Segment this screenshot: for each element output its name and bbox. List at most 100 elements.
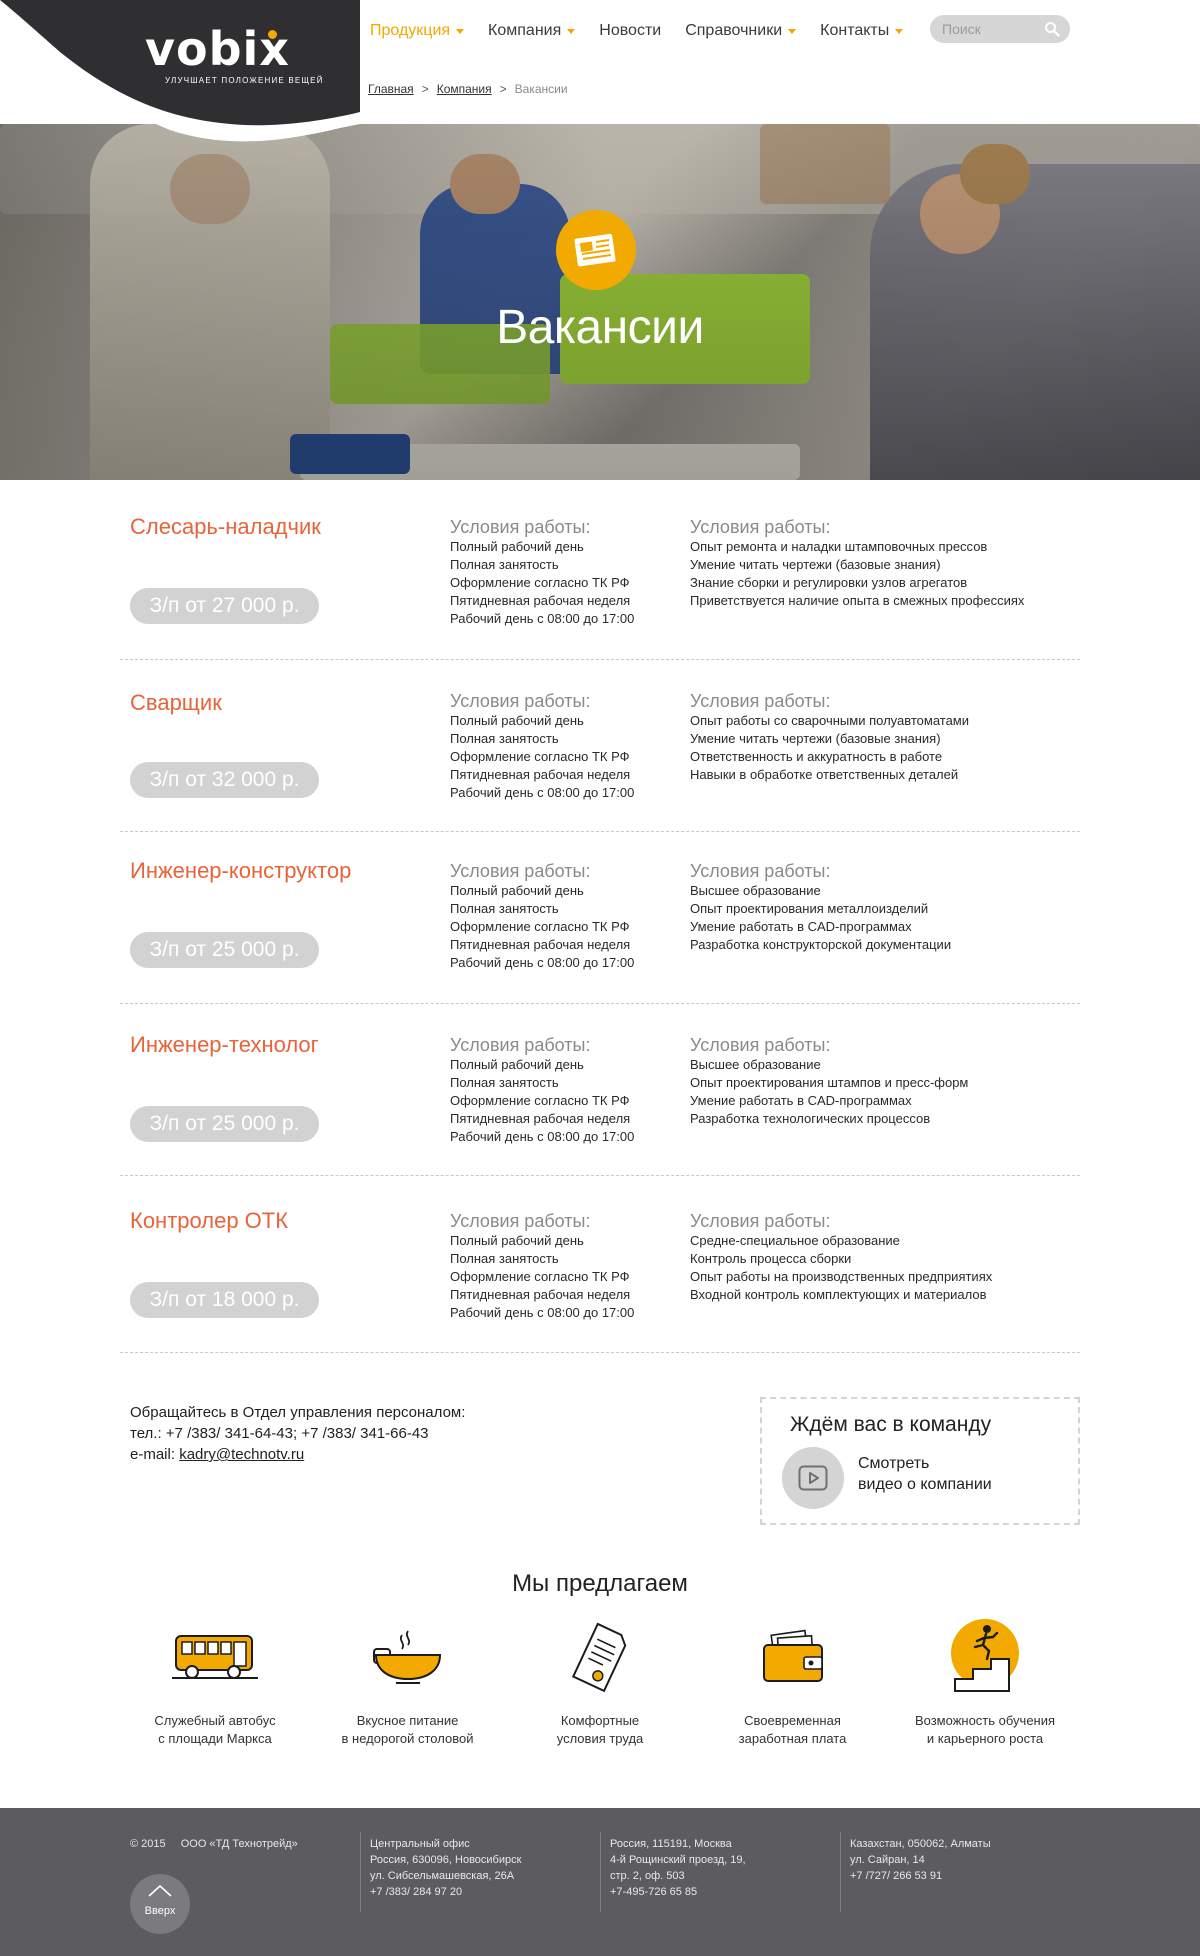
vacancy-item: Слесарь-наладчик З/п от 27 000 р. Услови… xyxy=(120,480,1080,660)
offer-line: с площади Маркса xyxy=(158,1731,272,1746)
footer-office: Казахстан, 050062, Алматы ул. Сайран, 14… xyxy=(850,1836,991,1884)
condition-line: Рабочий день с 08:00 до 17:00 xyxy=(450,611,635,626)
salary-badge: З/п от 32 000 р. xyxy=(130,762,319,798)
condition-line: Полная занятость xyxy=(450,731,559,746)
conditions-heading: Условия работы: xyxy=(450,1211,591,1231)
salary-badge: З/п от 27 000 р. xyxy=(130,588,319,624)
vacancy-title[interactable]: Инженер-конструктор xyxy=(130,858,351,884)
vacancy-item: Контролер ОТК З/п от 18 000 р. Условия р… xyxy=(120,1176,1080,1353)
breadcrumb-separator: > xyxy=(499,82,507,96)
requirement-line: Умение работать в CAD-программах xyxy=(690,919,912,934)
copyright-year: © 2015 xyxy=(130,1838,166,1850)
vacancy-conditions: Условия работы: Полный рабочий день Полн… xyxy=(450,1034,634,1146)
offer-text: Возможность обучения и карьерного роста xyxy=(890,1712,1080,1748)
requirement-line: Знание сборки и регулировки узлов агрега… xyxy=(690,575,968,590)
condition-line: Полный рабочий день xyxy=(450,1057,584,1072)
nav-item-contacts[interactable]: Контакты xyxy=(820,20,904,42)
requirement-line: Умение работать в CAD-программах xyxy=(690,1093,912,1108)
join-team-box: Ждём вас в команду Смотреть видео о комп… xyxy=(760,1397,1080,1525)
breadcrumb-current: Вакансии xyxy=(514,82,568,96)
breadcrumb-link-company[interactable]: Компания xyxy=(437,82,492,96)
nav-item-products[interactable]: Продукция xyxy=(370,20,465,42)
food-bowl-icon xyxy=(363,1612,453,1702)
salary-badge: З/п от 25 000 р. xyxy=(130,932,319,968)
requirement-line: Ответственность и аккуратность в работе xyxy=(690,749,943,764)
breadcrumb-link-home[interactable]: Главная xyxy=(368,82,414,96)
requirement-line: Опыт работы на производственных предприя… xyxy=(690,1269,993,1284)
office-line: стр. 2, оф. 503 xyxy=(610,1870,685,1882)
office-line: +7 /727/ 266 53 91 xyxy=(850,1870,943,1882)
conditions-heading: Условия работы: xyxy=(450,1035,591,1055)
offer-line: заработная плата xyxy=(738,1731,847,1746)
vacancy-item: Инженер-конструктор З/п от 25 000 р. Усл… xyxy=(120,832,1080,1004)
condition-line: Полный рабочий день xyxy=(450,713,584,728)
offer-item: Комфортные условия труда xyxy=(505,1612,695,1748)
nav-item-company[interactable]: Компания xyxy=(488,20,576,42)
condition-line: Полная занятость xyxy=(450,901,559,916)
email-link[interactable]: kadry@technotv.ru xyxy=(179,1446,304,1463)
requirement-line: Контроль процесса сборки xyxy=(690,1251,852,1266)
offer-item: Вкусное питание в недорогой столовой xyxy=(313,1612,503,1748)
condition-line: Рабочий день с 08:00 до 17:00 xyxy=(450,1129,635,1144)
watch-video-line: видео о компании xyxy=(858,1476,992,1493)
scroll-to-top-button[interactable]: Вверх xyxy=(130,1874,190,1934)
office-line: +7 /383/ 284 97 20 xyxy=(370,1886,463,1898)
vacancy-requirements: Условия работы: Средне-специальное образ… xyxy=(690,1210,992,1304)
scroll-to-top-label: Вверх xyxy=(144,1905,176,1917)
play-icon xyxy=(798,1465,828,1491)
chevron-down-icon xyxy=(567,28,576,34)
footer-divider xyxy=(600,1832,601,1912)
footer-office: Центральный офис Россия, 630096, Новосиб… xyxy=(370,1836,521,1900)
office-line: ул. Сайран, 14 xyxy=(850,1854,925,1866)
condition-line: Полная занятость xyxy=(450,557,559,572)
nav-item-news[interactable]: Новости xyxy=(599,20,661,42)
requirement-line: Разработка конструкторской документации xyxy=(690,937,952,952)
site-footer: © 2015 ООО «ТД Технотрейд» Вверх Централ… xyxy=(0,1808,1200,1956)
requirement-line: Умение читать чертежи (базовые знания) xyxy=(690,731,941,746)
condition-line: Пятидневная рабочая неделя xyxy=(450,593,631,608)
search-icon[interactable] xyxy=(1044,21,1060,37)
vacancy-title[interactable]: Слесарь-наладчик xyxy=(130,514,321,540)
requirement-line: Опыт проектирования металлоизделий xyxy=(690,901,929,916)
breadcrumb-separator: > xyxy=(421,82,429,96)
offer-line: и карьерного роста xyxy=(926,1731,1044,1746)
conditions-heading: Условия работы: xyxy=(450,517,591,537)
vacancy-requirements: Условия работы: Опыт работы со сварочным… xyxy=(690,690,969,784)
contact-intro: Обращайтесь в Отдел управления персонало… xyxy=(130,1404,466,1421)
office-line: +7-495-726 65 85 xyxy=(610,1886,698,1898)
offer-item: Возможность обучения и карьерного роста xyxy=(890,1612,1080,1748)
vacancy-requirements: Условия работы: Высшее образование Опыт … xyxy=(690,860,951,954)
bus-icon xyxy=(170,1612,260,1702)
offer-line: в недорогой столовой xyxy=(341,1731,474,1746)
requirements-heading: Условия работы: xyxy=(690,517,831,537)
vacancy-title[interactable]: Контролер ОТК xyxy=(130,1208,288,1234)
watch-video-link[interactable]: Смотреть видео о компании xyxy=(858,1453,992,1495)
vacancy-title[interactable]: Сварщик xyxy=(130,690,222,716)
vacancies-list: Слесарь-наладчик З/п от 27 000 р. Услови… xyxy=(120,480,1080,1353)
requirement-line: Приветствуется наличие опыта в смежных п… xyxy=(690,593,1025,608)
requirement-line: Опыт ремонта и наладки штамповочных прес… xyxy=(690,539,988,554)
condition-line: Полный рабочий день xyxy=(450,539,584,554)
email-label: e-mail: xyxy=(130,1446,176,1463)
condition-line: Рабочий день с 08:00 до 17:00 xyxy=(450,1305,635,1320)
condition-line: Полная занятость xyxy=(450,1075,559,1090)
play-button[interactable] xyxy=(782,1447,844,1509)
logo-wordmark: vobix xyxy=(145,22,290,76)
requirement-line: Высшее образование xyxy=(690,1057,821,1072)
condition-line: Полный рабочий день xyxy=(450,1233,584,1248)
footer-divider xyxy=(360,1832,361,1912)
nav-item-label: Контакты xyxy=(820,22,890,39)
office-line: Россия, 630096, Новосибирск xyxy=(370,1854,522,1866)
footer-copyright: © 2015 ООО «ТД Технотрейд» xyxy=(130,1836,298,1852)
requirements-heading: Условия работы: xyxy=(690,1211,831,1231)
search-input[interactable] xyxy=(930,15,1030,43)
requirements-heading: Условия работы: xyxy=(690,691,831,711)
site-logo[interactable]: vobix улучшает положение вещей xyxy=(145,26,335,85)
offer-text: Служебный автобус с площади Маркса xyxy=(120,1712,310,1748)
vacancy-title[interactable]: Инженер-технолог xyxy=(130,1032,319,1058)
condition-line: Оформление согласно ТК РФ xyxy=(450,749,630,764)
condition-line: Полный рабочий день xyxy=(450,883,584,898)
conditions-heading: Условия работы: xyxy=(450,691,591,711)
join-team-title: Ждём вас в команду xyxy=(790,1413,992,1436)
nav-item-reference[interactable]: Справочники xyxy=(685,20,797,42)
